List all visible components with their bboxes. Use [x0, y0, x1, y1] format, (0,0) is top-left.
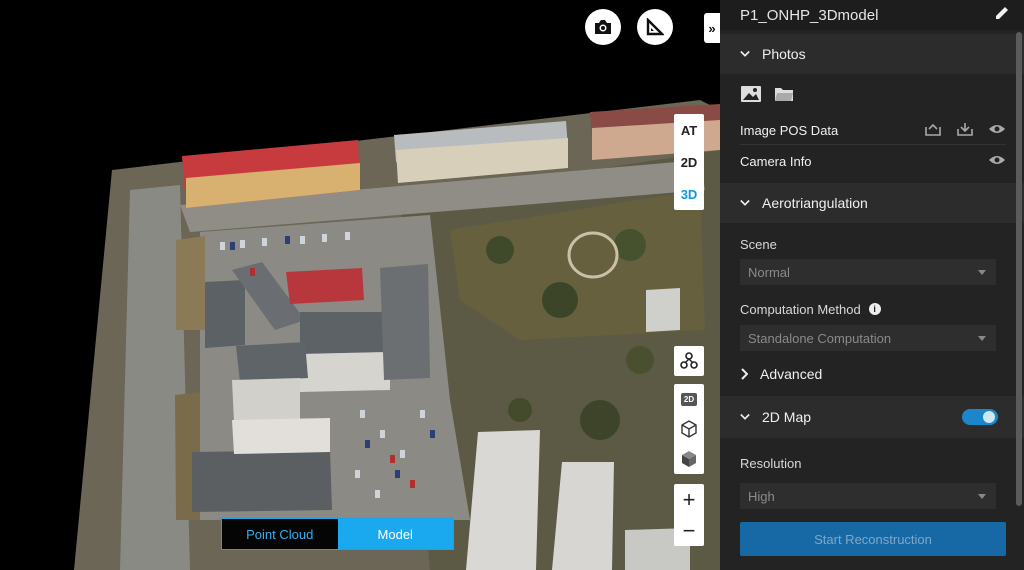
photos-title: Photos: [762, 46, 806, 62]
caret-down-icon: [978, 335, 986, 341]
solid-cube-icon[interactable]: [674, 444, 704, 474]
camera-info-label: Camera Info: [740, 153, 812, 169]
3d-viewport[interactable]: » AT 2D 3D 2D + − Point Cloud Model: [0, 0, 720, 570]
camera-info-row: Camera Info: [720, 145, 1024, 177]
computation-select[interactable]: Standalone Computation: [740, 325, 996, 351]
2d-icon[interactable]: 2D: [674, 384, 704, 414]
scene-label: Scene: [740, 237, 777, 252]
2d-map-section-header[interactable]: 2D Map: [720, 396, 1024, 438]
scene-select[interactable]: Normal: [740, 259, 996, 285]
camera-icon[interactable]: [585, 9, 621, 45]
caret-down-icon: [978, 269, 986, 275]
2d-map-toggle[interactable]: [962, 409, 998, 425]
chevron-down-icon: [740, 412, 750, 422]
image-pos-row: Image POS Data: [720, 116, 1024, 144]
chevron-down-icon: [740, 49, 750, 59]
hierarchy-icon[interactable]: [674, 346, 704, 376]
model-button[interactable]: Model: [337, 519, 453, 549]
view-mode-2d[interactable]: 2D: [674, 146, 704, 178]
view-mode-switch: AT 2D 3D: [674, 114, 704, 210]
photos-section-header[interactable]: Photos: [720, 34, 1024, 74]
export-icon[interactable]: [956, 121, 974, 140]
hierarchy-tool: [674, 346, 704, 376]
aerotriangulation-section-header[interactable]: Aerotriangulation: [720, 183, 1024, 223]
image-icon[interactable]: [740, 85, 762, 106]
folder-icon[interactable]: [774, 86, 794, 105]
computation-label-row: Computation Method i: [720, 301, 1024, 317]
zoom-controls: + −: [674, 484, 704, 546]
computation-value: Standalone Computation: [748, 330, 892, 346]
resolution-select[interactable]: High: [740, 483, 996, 509]
project-title: P1_ONHP_3Dmodel: [740, 6, 879, 24]
settings-panel: P1_ONHP_3Dmodel Photos Image POS Data Ca…: [720, 0, 1024, 570]
zoom-in-button[interactable]: +: [674, 484, 704, 515]
zoom-out-button[interactable]: −: [674, 515, 704, 546]
collapse-panel-button[interactable]: »: [704, 13, 720, 43]
advanced-row[interactable]: Advanced: [720, 352, 1024, 396]
render-tools: 2D: [674, 384, 704, 474]
measure-ruler-icon[interactable]: [637, 9, 673, 45]
double-chevron-right-icon: »: [708, 20, 716, 36]
aerotriangulation-title: Aerotriangulation: [762, 195, 868, 211]
image-pos-label: Image POS Data: [740, 122, 839, 138]
panel-scrollbar[interactable]: [1016, 32, 1022, 506]
view-mode-at[interactable]: AT: [674, 114, 704, 146]
chevron-right-icon: [740, 368, 748, 380]
resolution-value: High: [748, 488, 775, 504]
caret-down-icon: [978, 493, 986, 499]
scene-value: Normal: [748, 264, 790, 280]
view-mode-3d[interactable]: 3D: [674, 178, 704, 210]
2d-map-title: 2D Map: [762, 409, 812, 425]
info-icon[interactable]: i: [868, 303, 881, 315]
computation-label: Computation Method: [740, 301, 861, 317]
camera-info-eye-icon[interactable]: [988, 154, 1006, 169]
aerial-model-render[interactable]: [0, 0, 720, 570]
photos-actions: [720, 74, 1024, 116]
advanced-label: Advanced: [760, 366, 823, 382]
2d-icon-label: 2D: [680, 392, 698, 406]
eye-icon[interactable]: [988, 123, 1006, 138]
display-mode-toggle: Point Cloud Model: [221, 518, 454, 550]
wireframe-cube-icon[interactable]: [674, 414, 704, 444]
chevron-down-icon: [740, 198, 750, 208]
panel-header: P1_ONHP_3Dmodel: [720, 0, 1024, 30]
import-icon[interactable]: [924, 121, 942, 140]
pencil-icon[interactable]: [994, 5, 1010, 25]
start-reconstruction-button[interactable]: Start Reconstruction: [740, 522, 1006, 556]
point-cloud-button[interactable]: Point Cloud: [222, 519, 338, 549]
resolution-label: Resolution: [740, 456, 802, 471]
